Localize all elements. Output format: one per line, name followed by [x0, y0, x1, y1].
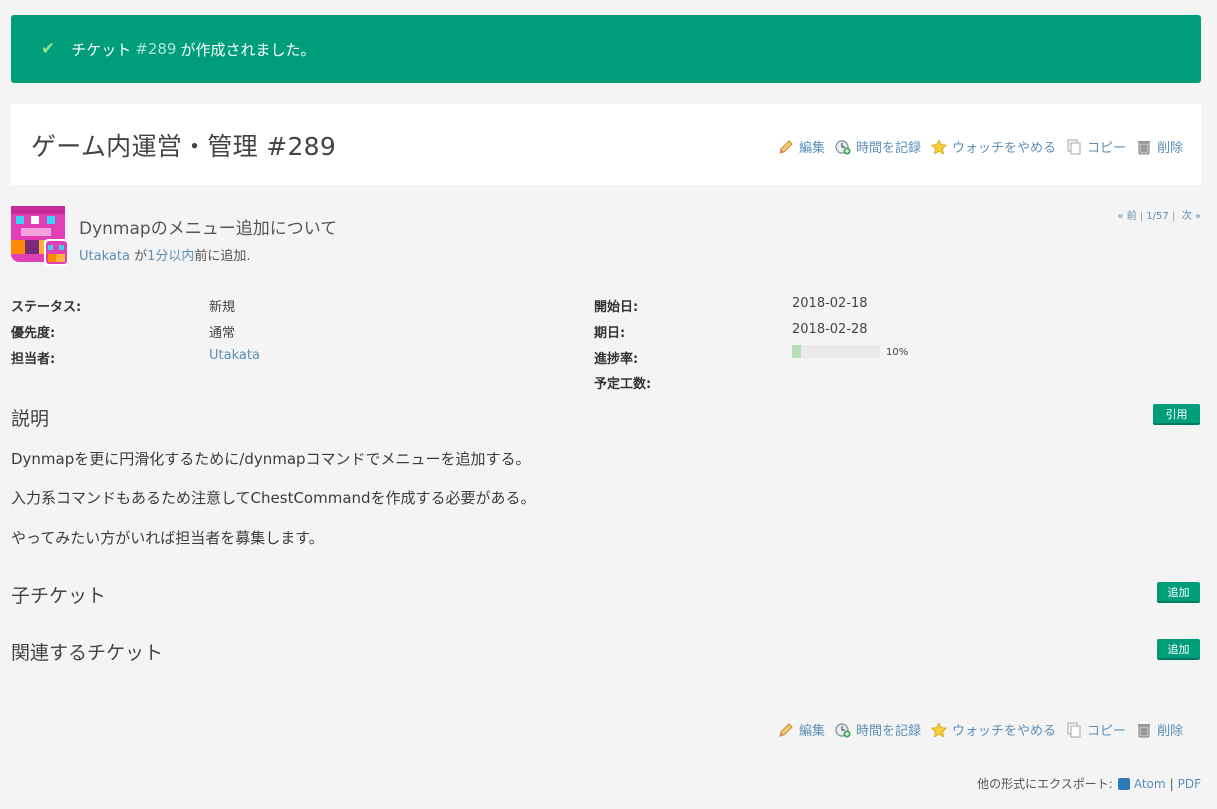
trash-icon: [1138, 140, 1151, 154]
star-icon: [931, 138, 948, 154]
copy-button[interactable]: コピー: [1066, 720, 1126, 739]
status-label: ステータス:: [11, 300, 82, 315]
delete-label: 削除: [1157, 141, 1184, 156]
export-bar: 他の形式にエクスポート: Atom | PDF: [977, 775, 1201, 792]
edit-label: 編集: [799, 141, 826, 156]
unwatch-label: ウォッチをやめる: [952, 724, 1057, 739]
progress-bar: [792, 345, 880, 358]
due-date-value: 2018-02-28: [792, 322, 868, 337]
assignee-link[interactable]: Utakata: [209, 348, 260, 363]
quote-button[interactable]: 引用: [1153, 404, 1200, 425]
author-link[interactable]: Utakata: [79, 249, 130, 264]
estimate-label: 予定工数:: [594, 377, 652, 392]
add-subtask-button[interactable]: 追加: [1157, 582, 1200, 603]
priority-label: 優先度:: [11, 326, 56, 341]
page-title: ゲーム内運営・管理 #289: [31, 131, 337, 161]
description-heading: 説明: [11, 408, 50, 430]
edit-button[interactable]: 編集: [778, 720, 825, 739]
pencil-icon: [779, 722, 793, 737]
progress-label: 進捗率:: [594, 352, 639, 367]
author-suffix: 前に追加.: [194, 249, 251, 264]
description-line: やってみたい方がいれば担当者を募集します。: [11, 529, 324, 547]
delete-button[interactable]: 削除: [1136, 720, 1183, 739]
start-date-value: 2018-02-18: [792, 296, 868, 311]
author-mid: が: [134, 249, 148, 264]
unwatch-label: ウォッチをやめる: [952, 141, 1057, 156]
delete-button[interactable]: 削除: [1136, 137, 1183, 156]
trash-icon: [1138, 723, 1151, 737]
time-link[interactable]: 1分以内: [147, 249, 194, 264]
export-separator: |: [1169, 776, 1174, 791]
issue-subject: Dynmapのメニュー追加について: [79, 219, 338, 239]
prev-issue-link[interactable]: « 前: [1117, 211, 1136, 222]
issue-position-link[interactable]: 1/57: [1146, 211, 1168, 222]
flash-notice: ✔ チケット #289 が作成されました。: [11, 15, 1201, 83]
assignee-label: 担当者:: [11, 352, 56, 367]
copy-icon: [1067, 722, 1081, 737]
status-value: 新規: [209, 300, 236, 315]
subtasks-heading: 子チケット: [11, 585, 107, 607]
flash-ticket-link[interactable]: #289: [135, 40, 176, 58]
edit-label: 編集: [799, 724, 826, 739]
star-icon: [931, 721, 948, 737]
clock-add-icon: [835, 139, 851, 154]
copy-label: コピー: [1087, 724, 1127, 739]
pager-separator: |: [1171, 211, 1176, 222]
atom-link[interactable]: Atom: [1134, 777, 1166, 791]
log-time-label: 時間を記録: [856, 141, 922, 156]
log-time-button[interactable]: 時間を記録: [835, 720, 921, 739]
export-label: 他の形式にエクスポート:: [977, 777, 1113, 791]
edit-button[interactable]: 編集: [778, 137, 825, 156]
progress-fill: [792, 345, 801, 358]
unwatch-button[interactable]: ウォッチをやめる: [931, 137, 1056, 156]
unwatch-button[interactable]: ウォッチをやめる: [931, 720, 1056, 739]
next-issue-link[interactable]: 次 »: [1182, 211, 1201, 222]
clock-add-icon: [835, 722, 851, 737]
contextual-actions-top: 編集 時間を記録 ウォッチをやめる コピー 削除: [778, 137, 1183, 156]
copy-icon: [1067, 139, 1081, 154]
log-time-button[interactable]: 時間を記録: [835, 137, 921, 156]
progress-percent: 10%: [886, 347, 909, 358]
copy-button[interactable]: コピー: [1066, 137, 1126, 156]
start-date-label: 開始日:: [594, 300, 639, 315]
rss-feed-icon: [1117, 777, 1130, 790]
log-time-label: 時間を記録: [856, 724, 922, 739]
issue-author-line: Utakata が1分以内前に追加.: [79, 245, 251, 264]
avatar: [11, 206, 69, 266]
related-heading: 関連するチケット: [11, 642, 164, 664]
due-date-label: 期日:: [594, 326, 626, 341]
description-line: Dynmapを更に円滑化するために/dynmapコマンドでメニューを追加する。: [11, 450, 531, 468]
copy-label: コピー: [1087, 141, 1127, 156]
check-icon: ✔: [41, 39, 56, 59]
delete-label: 削除: [1157, 724, 1184, 739]
flash-suffix: が作成されました。: [180, 40, 316, 59]
issue-pager: « 前 | 1/57 | 次 »: [1117, 207, 1201, 222]
pager-separator: |: [1139, 211, 1144, 222]
pencil-icon: [779, 139, 793, 154]
pdf-link[interactable]: PDF: [1178, 777, 1201, 791]
contextual-actions-bottom: 編集 時間を記録 ウォッチをやめる コピー 削除: [778, 720, 1183, 739]
flash-prefix: チケット: [71, 40, 132, 59]
add-relation-button[interactable]: 追加: [1157, 639, 1200, 660]
priority-value: 通常: [209, 326, 236, 341]
description-line: 入力系コマンドもあるため注意してChestCommandを作成する必要がある。: [11, 489, 536, 507]
